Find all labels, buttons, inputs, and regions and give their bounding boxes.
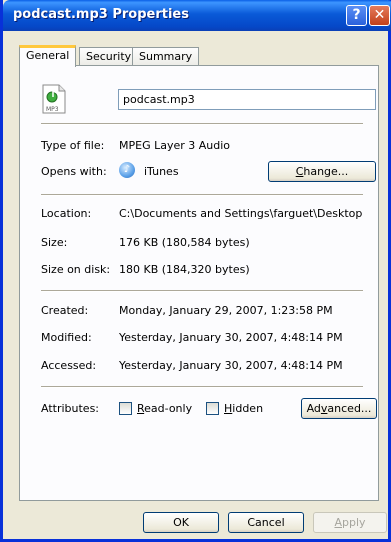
location-value: C:\Documents and Settings\farguet\Deskto… — [119, 207, 363, 220]
filename-input[interactable] — [118, 89, 376, 110]
modified-value: Yesterday, January 30, 2007, 4:48:14 PM — [119, 331, 343, 344]
apply-mnemonic: A — [334, 516, 342, 529]
type-of-file-value: MPEG Layer 3 Audio — [119, 139, 231, 152]
close-icon: ✕ — [373, 7, 386, 23]
separator — [41, 123, 363, 125]
tab-general[interactable]: General — [19, 45, 77, 67]
readonly-text: ead-only — [144, 402, 193, 415]
change-button[interactable]: Change... — [268, 161, 376, 182]
svg-text:MP3: MP3 — [46, 106, 59, 113]
mp3-file-icon: MP3 — [42, 84, 66, 114]
accessed-label: Accessed: — [41, 359, 97, 372]
window-title: podcast.mp3 Properties — [13, 7, 189, 22]
title-bar[interactable]: podcast.mp3 Properties ? ✕ — [3, 0, 391, 31]
tab-security[interactable]: Security — [79, 47, 139, 66]
opens-with-app: iTunes — [144, 165, 179, 178]
opens-with-label: Opens with: — [41, 165, 107, 178]
tab-summary[interactable]: Summary — [132, 47, 200, 66]
readonly-label[interactable]: Read-only — [137, 402, 192, 415]
type-of-file-label: Type of file: — [41, 139, 105, 152]
hidden-checkbox[interactable] — [206, 402, 219, 415]
size-label: Size: — [41, 236, 68, 249]
ok-button[interactable]: OK — [143, 512, 219, 533]
separator — [41, 386, 363, 388]
change-label: hange... — [303, 165, 349, 178]
location-label: Location: — [41, 207, 92, 220]
size-value: 176 KB (180,584 bytes) — [119, 236, 250, 249]
advanced-text-b: anced... — [327, 402, 372, 415]
close-button[interactable]: ✕ — [369, 5, 390, 26]
help-button[interactable]: ? — [346, 5, 367, 26]
accessed-value: Yesterday, January 30, 2007, 4:48:14 PM — [119, 359, 343, 372]
itunes-icon: ♪ — [119, 162, 135, 178]
hidden-text: idden — [232, 402, 264, 415]
size-on-disk-label: Size on disk: — [41, 263, 111, 276]
cancel-label: Cancel — [247, 516, 285, 529]
modified-label: Modified: — [41, 331, 92, 344]
readonly-checkbox[interactable] — [119, 402, 132, 415]
advanced-text-a: Ad — [306, 402, 321, 415]
separator — [41, 290, 363, 292]
help-icon: ? — [352, 7, 361, 23]
apply-label: pply — [342, 516, 366, 529]
properties-dialog: podcast.mp3 Properties ? ✕ General Secur… — [0, 0, 391, 542]
tab-general-label: General — [26, 49, 70, 62]
ok-label: OK — [173, 516, 189, 529]
created-label: Created: — [41, 304, 89, 317]
separator — [41, 194, 363, 196]
advanced-button[interactable]: Advanced... — [301, 398, 377, 419]
general-tab-panel: MP3 Type of file: MPEG Layer 3 Audio Ope… — [19, 65, 379, 501]
tab-security-label: Security — [86, 50, 132, 63]
tab-summary-label: Summary — [139, 50, 193, 63]
cancel-button[interactable]: Cancel — [228, 512, 304, 533]
hidden-label[interactable]: Hidden — [224, 402, 263, 415]
apply-button[interactable]: Apply — [313, 512, 387, 533]
created-value: Monday, January 29, 2007, 1:23:58 PM — [119, 304, 333, 317]
attributes-label: Attributes: — [41, 402, 100, 415]
size-on-disk-value: 180 KB (184,320 bytes) — [119, 263, 250, 276]
